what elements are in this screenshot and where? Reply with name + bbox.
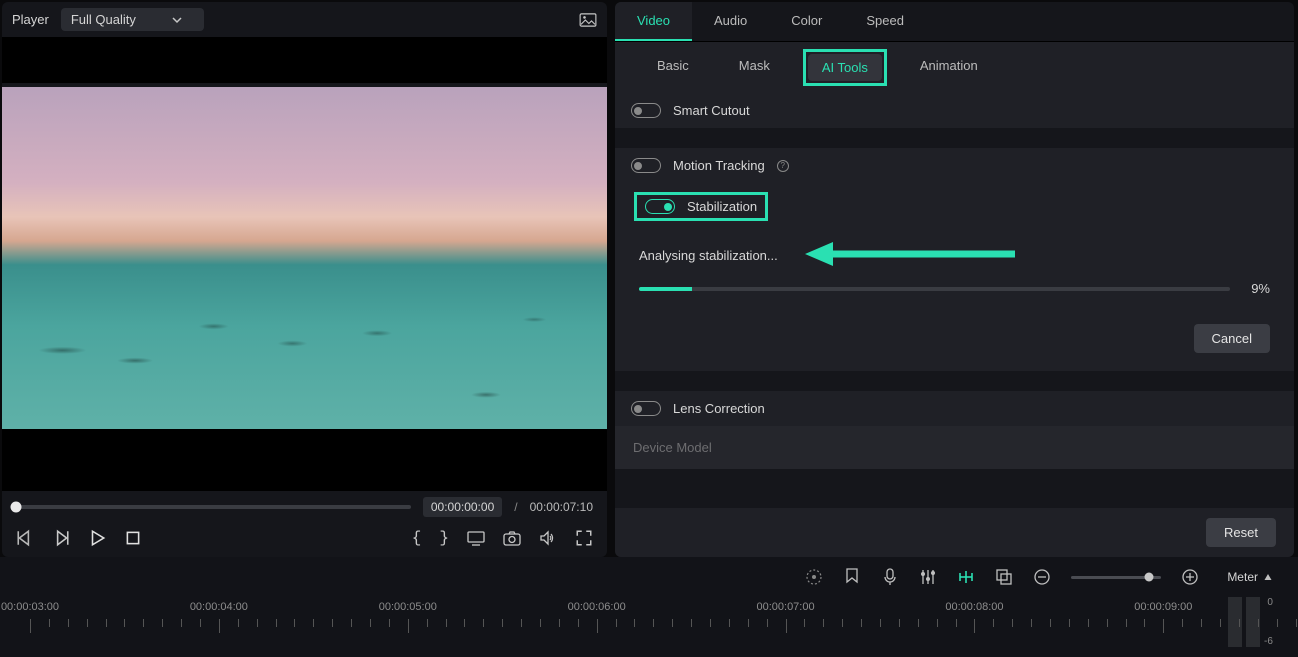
prev-frame-button[interactable] <box>16 529 34 547</box>
chevron-down-icon <box>172 15 182 25</box>
player-panel: Player Full Quality 00:00:00:00 / 00:00:… <box>2 2 607 557</box>
sub-tabs: Basic Mask AI Tools Animation <box>615 42 1294 93</box>
subtab-ai-tools[interactable]: AI Tools <box>808 54 882 81</box>
smart-cutout-row: Smart Cutout <box>615 93 1294 128</box>
overlay-icon[interactable] <box>995 568 1013 586</box>
magnet-icon[interactable] <box>957 568 975 586</box>
stop-button[interactable] <box>124 529 142 547</box>
quality-value: Full Quality <box>71 12 136 27</box>
lens-correction-label: Lens Correction <box>673 401 765 416</box>
player-label: Player <box>12 12 49 27</box>
lens-correction-toggle[interactable] <box>631 401 661 416</box>
stabilization-progress-area: Analysing stabilization... 9% <box>615 230 1294 306</box>
video-preview[interactable] <box>2 87 607 429</box>
zoom-slider[interactable] <box>1071 576 1161 579</box>
ruler-label: 00:00:04:00 <box>190 601 248 613</box>
play-button[interactable] <box>88 529 106 547</box>
stabilization-highlight: Stabilization <box>635 193 767 220</box>
smart-cutout-toggle[interactable] <box>631 103 661 118</box>
time-current[interactable]: 00:00:00:00 <box>423 497 502 517</box>
progress-bar <box>639 287 1230 291</box>
ruler-label: 00:00:06:00 <box>568 601 626 613</box>
tab-video[interactable]: Video <box>615 2 692 41</box>
subtab-animation[interactable]: Animation <box>906 52 992 83</box>
volume-icon[interactable] <box>539 529 557 547</box>
vu-6: -6 <box>1264 636 1273 647</box>
meter-button[interactable]: Meter <box>1219 566 1280 588</box>
time-separator: / <box>514 500 517 514</box>
zoom-out-icon[interactable] <box>1033 568 1051 586</box>
tab-audio[interactable]: Audio <box>692 2 769 41</box>
reset-button[interactable]: Reset <box>1206 518 1276 547</box>
fullscreen-icon[interactable] <box>575 529 593 547</box>
info-icon[interactable]: ? <box>777 160 789 172</box>
properties-panel: Video Audio Color Speed Basic Mask AI To… <box>615 2 1294 557</box>
lens-correction-row: Lens Correction <box>615 391 1294 426</box>
mark-in-button[interactable]: { <box>412 529 422 547</box>
stabilization-row: Stabilization <box>615 183 1294 230</box>
render-icon[interactable] <box>805 568 823 586</box>
zoom-in-icon[interactable] <box>1181 568 1199 586</box>
panel-tabs: Video Audio Color Speed <box>615 2 1294 42</box>
device-model-row: Device Model <box>615 426 1294 469</box>
subtab-basic[interactable]: Basic <box>643 52 703 83</box>
mark-out-button[interactable]: } <box>439 529 449 547</box>
subtab-mask[interactable]: Mask <box>725 52 784 83</box>
playhead-scrubber[interactable] <box>16 505 411 509</box>
stabilization-toggle[interactable] <box>645 199 675 214</box>
motion-tracking-toggle[interactable] <box>631 158 661 173</box>
ruler-label: 00:00:09:00 <box>1134 601 1192 613</box>
tab-color[interactable]: Color <box>769 2 844 41</box>
annotation-arrow <box>805 242 1015 266</box>
quality-select[interactable]: Full Quality <box>61 8 204 31</box>
motion-tracking-row: Motion Tracking ? <box>615 148 1294 183</box>
next-frame-button[interactable] <box>52 529 70 547</box>
cancel-button[interactable]: Cancel <box>1194 324 1270 353</box>
ruler-label: 00:00:08:00 <box>945 601 1003 613</box>
ruler-label: 00:00:05:00 <box>379 601 437 613</box>
meter-label: Meter <box>1227 570 1258 584</box>
tab-speed[interactable]: Speed <box>844 2 926 41</box>
smart-cutout-label: Smart Cutout <box>673 103 750 118</box>
marker-icon[interactable] <box>843 568 861 586</box>
microphone-icon[interactable] <box>881 568 899 586</box>
triangle-up-icon <box>1264 573 1272 581</box>
time-total: 00:00:07:10 <box>530 500 593 514</box>
audio-mixer-icon[interactable] <box>919 568 937 586</box>
timeline-ruler[interactable]: 0 -6 00:00:03:00 00:00:04:00 00:00:05:00 00… <box>0 597 1298 651</box>
progress-percent: 9% <box>1240 281 1270 296</box>
vu-0: 0 <box>1267 597 1273 608</box>
picture-icon[interactable] <box>579 13 597 27</box>
stabilization-label: Stabilization <box>687 199 757 214</box>
subtab-ai-tools-highlight: AI Tools <box>806 52 884 83</box>
ruler-label: 00:00:03:00 <box>1 601 59 613</box>
ruler-label: 00:00:07:00 <box>756 601 814 613</box>
motion-tracking-label: Motion Tracking <box>673 158 765 173</box>
camera-icon[interactable] <box>503 529 521 547</box>
timeline: Meter 0 -6 00:00:03:00 00:00:04:00 00:00:0… <box>0 557 1298 657</box>
display-button[interactable] <box>467 529 485 547</box>
